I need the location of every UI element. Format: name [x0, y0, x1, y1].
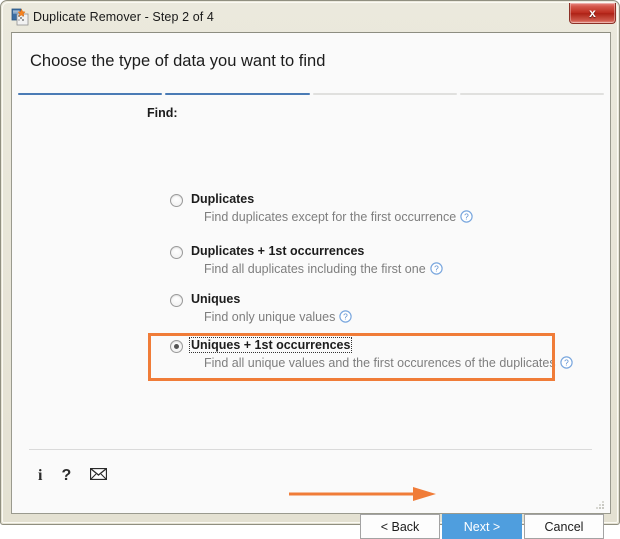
- radio-option-description-3: Find only unique values?: [204, 310, 352, 324]
- back-button[interactable]: < Back: [360, 514, 440, 539]
- description-text-1: Find duplicates except for the first occ…: [204, 210, 456, 224]
- cancel-button[interactable]: Cancel: [524, 514, 604, 539]
- radio-option-label-4[interactable]: Uniques + 1st occurrences: [190, 338, 351, 352]
- resize-grip[interactable]: [594, 498, 606, 510]
- radio-option-description-1: Find duplicates except for the first occ…: [204, 210, 473, 224]
- radio-button-3[interactable]: [170, 294, 183, 307]
- info-icon[interactable]: i: [38, 468, 42, 484]
- radio-button-4[interactable]: [170, 340, 183, 353]
- application-window: Duplicate Remover - Step 2 of 4 x Choose…: [0, 0, 620, 525]
- radio-option-description-4: Find all unique values and the first occ…: [204, 356, 573, 370]
- envelope-icon[interactable]: [90, 468, 107, 484]
- radio-option-label-2[interactable]: Duplicates + 1st occurrences: [190, 244, 365, 258]
- svg-text:?: ?: [434, 264, 439, 274]
- duplicate-remover-icon: [11, 8, 29, 26]
- radio-button-1[interactable]: [170, 194, 183, 207]
- footer-bar: i ?: [12, 449, 610, 513]
- close-button[interactable]: x: [569, 3, 616, 24]
- step-segment-3: [313, 93, 457, 95]
- radio-button-2[interactable]: [170, 246, 183, 259]
- help-circle-icon[interactable]: ?: [560, 356, 573, 369]
- radio-option-label-3[interactable]: Uniques: [190, 292, 241, 306]
- next-button[interactable]: Next >: [442, 514, 522, 539]
- help-circle-icon[interactable]: ?: [339, 310, 352, 323]
- description-text-4: Find all unique values and the first occ…: [204, 356, 556, 370]
- wizard-header: Choose the type of data you want to find: [12, 33, 610, 95]
- close-icon: x: [570, 3, 615, 23]
- svg-text:?: ?: [464, 212, 469, 222]
- window-title: Duplicate Remover - Step 2 of 4: [33, 8, 214, 26]
- description-text-2: Find all duplicates including the first …: [204, 262, 426, 276]
- svg-text:?: ?: [564, 358, 569, 368]
- svg-text:?: ?: [344, 312, 349, 322]
- step-segment-1: [18, 93, 162, 95]
- description-text-3: Find only unique values: [204, 310, 335, 324]
- footer-icon-group: i ?: [38, 468, 107, 484]
- help-circle-icon[interactable]: ?: [460, 210, 473, 223]
- step-segment-2: [165, 93, 309, 95]
- client-area: Choose the type of data you want to find…: [11, 32, 611, 514]
- footer-divider: [29, 449, 592, 450]
- radio-option-description-2: Find all duplicates including the first …: [204, 262, 443, 276]
- radio-option-label-1[interactable]: Duplicates: [190, 192, 255, 206]
- title-bar[interactable]: Duplicate Remover - Step 2 of 4 x: [3, 3, 619, 30]
- help-icon[interactable]: ?: [61, 468, 71, 484]
- find-label: Find:: [147, 106, 178, 120]
- help-circle-icon[interactable]: ?: [430, 262, 443, 275]
- step-segment-4: [460, 93, 604, 95]
- page-title: Choose the type of data you want to find: [30, 52, 325, 71]
